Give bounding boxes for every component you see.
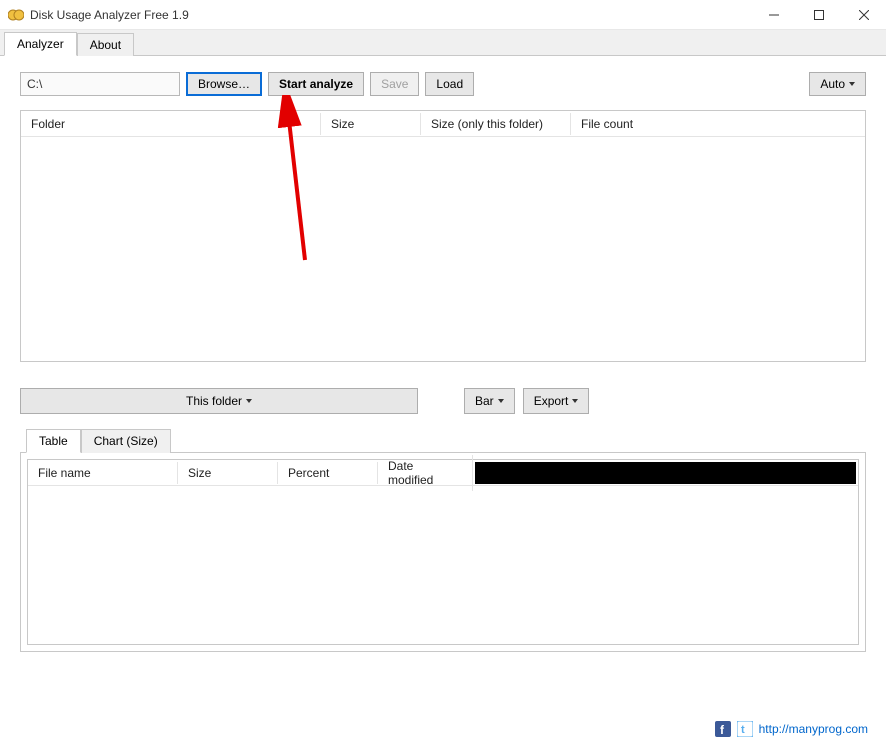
col-file-name[interactable]: File name bbox=[28, 462, 178, 484]
twitter-icon[interactable]: t bbox=[737, 721, 753, 737]
tab-analyzer[interactable]: Analyzer bbox=[4, 32, 77, 56]
load-button[interactable]: Load bbox=[425, 72, 474, 96]
start-analyze-button[interactable]: Start analyze bbox=[268, 72, 364, 96]
facebook-icon[interactable]: f bbox=[715, 721, 731, 737]
close-button[interactable] bbox=[841, 0, 886, 29]
header-filler bbox=[475, 462, 856, 484]
col-file-count[interactable]: File count bbox=[571, 113, 651, 135]
export-dropdown[interactable]: Export bbox=[523, 388, 590, 414]
tab-chart-size[interactable]: Chart (Size) bbox=[81, 429, 171, 453]
save-button: Save bbox=[370, 72, 419, 96]
folder-grid[interactable]: Folder Size Size (only this folder) File… bbox=[20, 110, 866, 362]
detail-panel: File name Size Percent Date modified bbox=[20, 453, 866, 652]
browse-button[interactable]: Browse… bbox=[186, 72, 262, 96]
file-grid[interactable]: File name Size Percent Date modified bbox=[27, 459, 859, 645]
svg-text:t: t bbox=[741, 724, 745, 736]
folder-grid-header: Folder Size Size (only this folder) File… bbox=[21, 111, 865, 137]
main-tabstrip: Analyzer About bbox=[0, 30, 886, 56]
auto-dropdown[interactable]: Auto bbox=[809, 72, 866, 96]
this-folder-dropdown[interactable]: This folder bbox=[20, 388, 418, 414]
col-percent[interactable]: Percent bbox=[278, 462, 378, 484]
tab-about[interactable]: About bbox=[77, 33, 134, 56]
titlebar: Disk Usage Analyzer Free 1.9 bbox=[0, 0, 886, 30]
file-grid-header: File name Size Percent Date modified bbox=[28, 460, 858, 486]
tab-table[interactable]: Table bbox=[26, 429, 81, 453]
col-folder[interactable]: Folder bbox=[21, 113, 321, 135]
footer-link[interactable]: http://manyprog.com bbox=[759, 722, 868, 736]
maximize-button[interactable] bbox=[796, 0, 841, 29]
minimize-button[interactable] bbox=[751, 0, 796, 29]
bar-dropdown[interactable]: Bar bbox=[464, 388, 515, 414]
col-size-only[interactable]: Size (only this folder) bbox=[421, 113, 571, 135]
col-size[interactable]: Size bbox=[321, 113, 421, 135]
col-date-modified[interactable]: Date modified bbox=[378, 455, 473, 491]
content-area: Browse… Start analyze Save Load Auto Fol… bbox=[0, 56, 886, 662]
window-title: Disk Usage Analyzer Free 1.9 bbox=[30, 8, 189, 22]
footer: f t http://manyprog.com bbox=[715, 721, 868, 737]
detail-tabstrip: Table Chart (Size) bbox=[20, 428, 866, 453]
mid-toolbar: This folder Bar Export bbox=[20, 388, 866, 414]
path-input[interactable] bbox=[20, 72, 180, 96]
col-file-size[interactable]: Size bbox=[178, 462, 278, 484]
toolbar: Browse… Start analyze Save Load Auto bbox=[20, 72, 866, 96]
app-icon bbox=[8, 7, 24, 23]
